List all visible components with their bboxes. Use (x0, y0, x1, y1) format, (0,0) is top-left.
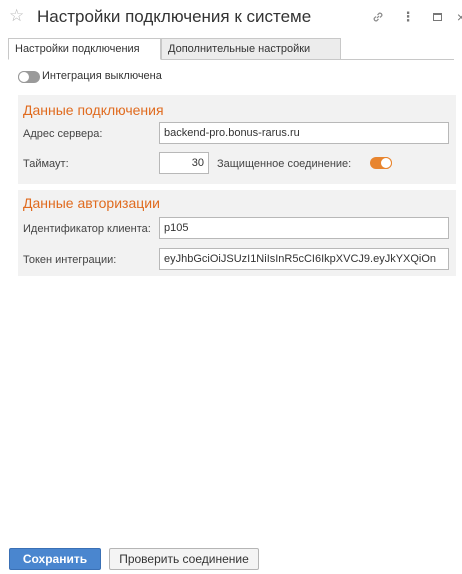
save-button[interactable]: Сохранить (9, 548, 101, 570)
authorization-section-title: Данные авторизации (23, 195, 160, 211)
more-actions-icon[interactable]: ⋮ (402, 8, 415, 26)
server-address-label: Адрес сервера: (23, 128, 103, 140)
title-bar: ☆ Настройки подключения к системе ⋮ × (0, 0, 462, 36)
tab-additional-settings[interactable]: Дополнительные настройки (161, 38, 341, 60)
integration-token-input[interactable]: eyJhbGciOiJSUzI1NiIsInR5cCI6IkpXVCJ9.eyJ… (159, 248, 449, 270)
authorization-section: Данные авторизации Идентификатор клиента… (18, 190, 456, 276)
secure-connection-toggle[interactable] (370, 157, 392, 169)
maximize-icon[interactable] (431, 8, 443, 26)
toggle-knob (380, 157, 392, 169)
integration-token-label: Токен интеграции: (23, 254, 117, 266)
toggle-knob (18, 71, 30, 83)
server-address-input[interactable]: backend-pro.bonus-rarus.ru (159, 122, 449, 144)
timeout-input[interactable]: 30 (159, 152, 209, 174)
favorite-star-icon[interactable]: ☆ (9, 6, 24, 26)
integration-toggle[interactable] (18, 71, 40, 83)
integration-status-label: Интеграция выключена (42, 70, 162, 82)
client-id-label: Идентификатор клиента: (23, 223, 151, 235)
check-connection-button[interactable]: Проверить соединение (109, 548, 259, 570)
tab-connection-settings[interactable]: Настройки подключения (8, 38, 161, 60)
link-icon[interactable] (369, 8, 387, 26)
client-id-input[interactable]: p105 (159, 217, 449, 239)
timeout-label: Таймаут: (23, 158, 69, 170)
connection-section: Данные подключения Адрес сервера: backen… (18, 95, 456, 184)
window-title: Настройки подключения к системе (37, 7, 312, 26)
connection-section-title: Данные подключения (23, 102, 164, 118)
secure-connection-label: Защищенное соединение: (217, 158, 352, 170)
close-icon[interactable]: × (456, 8, 462, 26)
